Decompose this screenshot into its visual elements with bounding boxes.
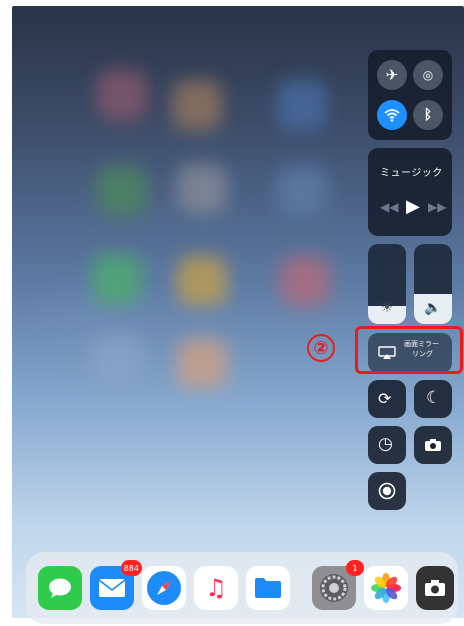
screen-recording-button[interactable]	[368, 472, 406, 510]
messages-icon	[49, 578, 71, 598]
camera-button[interactable]	[414, 426, 452, 464]
safari-icon	[147, 571, 181, 605]
blurred-app-icon	[277, 166, 327, 216]
safari-app[interactable]	[142, 566, 186, 610]
mail-icon	[98, 579, 126, 597]
blurred-app-icon	[177, 256, 227, 306]
camera-app[interactable]	[416, 566, 454, 610]
rotation-lock-icon: ⟳	[378, 389, 392, 408]
sun-icon: ☀	[380, 300, 394, 316]
fast-forward-icon[interactable]: ▶▶	[428, 200, 446, 214]
music-icon: ♫	[205, 574, 227, 602]
annotation-step-marker: ②	[307, 334, 335, 362]
mail-app[interactable]: 884	[90, 560, 142, 610]
ipad-screen: ✈ ◎ ᛒ ミュージック ◀◀ ▶ ▶▶ ☀ 🔈 画面ミラー リング ⟳ ☾ ◷	[12, 6, 464, 618]
photos-app[interactable]	[364, 566, 408, 610]
blurred-app-icon	[177, 164, 227, 214]
play-icon[interactable]: ▶	[406, 196, 420, 217]
airdrop-button[interactable]: ◎	[413, 60, 443, 90]
settings-icon	[320, 574, 348, 602]
messages-app[interactable]	[38, 566, 82, 610]
blurred-app-icon	[92, 336, 142, 386]
blurred-app-icon	[97, 166, 147, 216]
music-module[interactable]: ミュージック ◀◀ ▶ ▶▶	[368, 148, 452, 236]
airdrop-icon: ◎	[422, 68, 434, 82]
timer-button[interactable]: ◷	[368, 426, 406, 464]
moon-icon: ☾	[426, 388, 442, 408]
blurred-app-icon	[172, 80, 222, 130]
files-app[interactable]	[246, 566, 290, 610]
blurred-app-icon	[97, 70, 147, 120]
bluetooth-button[interactable]: ᛒ	[413, 100, 443, 130]
music-title: ミュージック	[380, 168, 443, 179]
airplane-mode-button[interactable]: ✈	[377, 60, 407, 90]
record-icon	[378, 482, 396, 500]
wifi-icon	[384, 109, 400, 122]
settings-app[interactable]: 1	[312, 560, 364, 610]
mail-badge: 884	[120, 560, 142, 576]
airplane-icon: ✈	[385, 66, 399, 84]
do-not-disturb-button[interactable]: ☾	[414, 380, 452, 418]
files-icon	[255, 578, 281, 598]
blurred-app-icon	[280, 256, 330, 306]
rewind-icon[interactable]: ◀◀	[380, 200, 398, 214]
settings-badge: 1	[346, 560, 364, 576]
photos-icon	[371, 573, 401, 603]
connectivity-module: ✈ ◎ ᛒ	[368, 50, 452, 140]
volume-slider[interactable]: 🔈	[414, 244, 452, 324]
bluetooth-icon: ᛒ	[423, 107, 433, 123]
speaker-icon: 🔈	[424, 300, 442, 316]
timer-icon: ◷	[378, 434, 393, 454]
camera-icon	[425, 439, 441, 451]
camera-app-icon	[425, 580, 445, 596]
dock: 884 ♫ 1	[26, 552, 458, 624]
blurred-app-icon	[177, 338, 227, 388]
rotation-lock-button[interactable]: ⟳	[368, 380, 406, 418]
brightness-slider[interactable]: ☀	[368, 244, 406, 324]
music-app[interactable]: ♫	[194, 566, 238, 610]
blurred-app-icon	[92, 254, 142, 304]
wifi-button[interactable]	[377, 100, 407, 130]
blurred-app-icon	[277, 80, 327, 130]
annotation-highlight-box	[355, 326, 463, 374]
